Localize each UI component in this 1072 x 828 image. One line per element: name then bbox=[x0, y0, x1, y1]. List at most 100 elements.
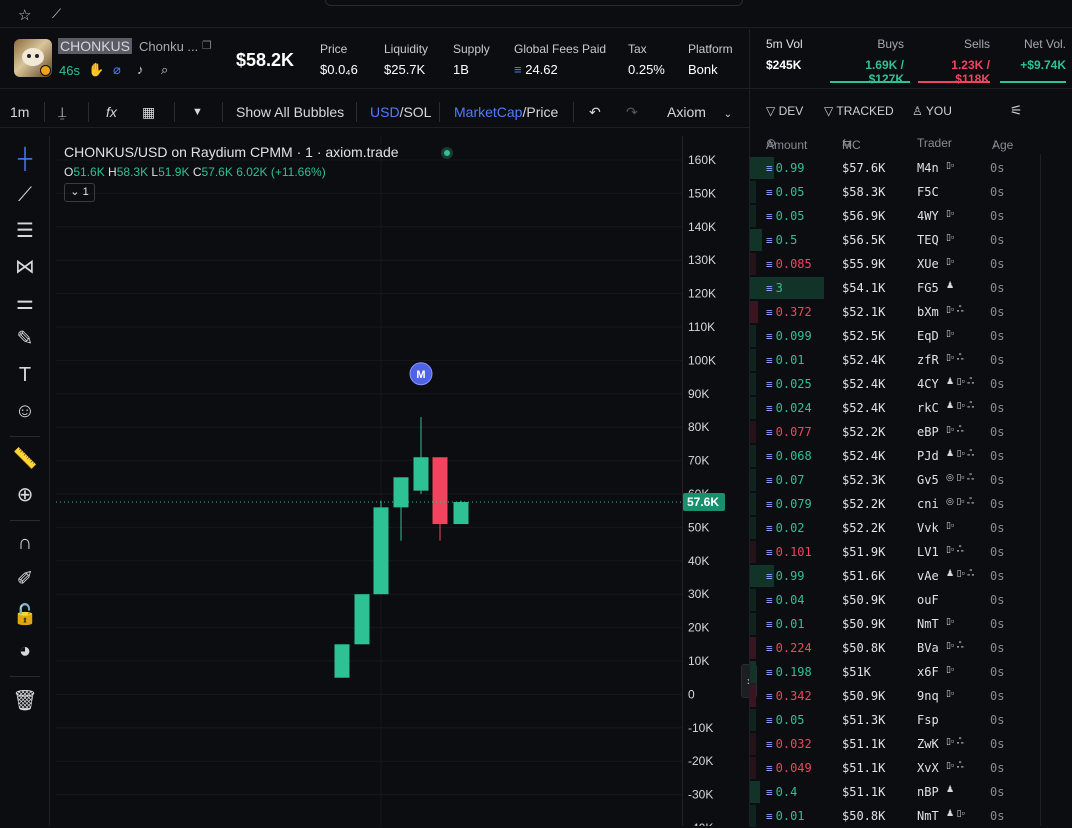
undo-icon[interactable]: ↶ bbox=[589, 104, 601, 121]
trade-row[interactable]: ≡ 0.05 $58.3K F5C 0s bbox=[750, 180, 1042, 204]
ruler-icon[interactable]: 📏 bbox=[12, 446, 38, 472]
crosshair-icon[interactable]: ┼ bbox=[12, 146, 38, 172]
trades-scrollbar[interactable] bbox=[1040, 154, 1041, 826]
trade-row[interactable]: ≡ 0.085 $55.9K XUe ▯▫ 0s bbox=[750, 252, 1042, 276]
trade-trader[interactable]: EqD bbox=[917, 329, 939, 343]
lock-drawing-icon[interactable]: ✐ bbox=[12, 566, 38, 592]
search-bar[interactable] bbox=[325, 0, 743, 6]
pattern-icon[interactable]: ⋈ bbox=[12, 254, 38, 280]
tiktok-icon[interactable]: ♪ bbox=[137, 62, 144, 77]
trade-trader[interactable]: Fsp bbox=[917, 713, 939, 727]
filter-dev[interactable]: ▽ DEV bbox=[766, 104, 803, 118]
trade-trader[interactable]: nBP bbox=[917, 785, 939, 799]
trade-row[interactable]: ≡ 0.024 $52.4K rkC ♟ ▯▫ ஃ 0s bbox=[750, 396, 1042, 420]
trade-row[interactable]: ≡ 0.05 $51.3K Fsp 0s bbox=[750, 708, 1042, 732]
trade-row[interactable]: ≡ 0.025 $52.4K 4CY ♟ ▯▫ ஃ 0s bbox=[750, 372, 1042, 396]
trade-row[interactable]: ≡ 0.99 $57.6K M4n ▯▫ 0s bbox=[750, 156, 1042, 180]
trade-trader[interactable]: NmT bbox=[917, 809, 939, 823]
trendline-icon[interactable]: ⟋ bbox=[12, 182, 38, 208]
trade-row[interactable]: ≡ 0.99 $51.6K vAe ♟ ▯▫ ஃ 0s bbox=[750, 564, 1042, 588]
trade-trader[interactable]: FG5 bbox=[917, 281, 939, 295]
trade-row[interactable]: ≡ 0.07 $52.3K Gv5 ◎ ▯▫ ஃ 0s bbox=[750, 468, 1042, 492]
trade-trader[interactable]: Gv5 bbox=[917, 473, 939, 487]
trade-trader[interactable]: PJd bbox=[917, 449, 939, 463]
trade-trader[interactable]: cni bbox=[917, 497, 939, 511]
trade-row[interactable]: ≡ 0.04 $50.9K ouF 0s bbox=[750, 588, 1042, 612]
trade-row[interactable]: ≡ 0.079 $52.2K cni ◎ ▯▫ ஃ 0s bbox=[750, 492, 1042, 516]
trade-row[interactable]: ≡ 0.05 $56.9K 4WY ▯▫ 0s bbox=[750, 204, 1042, 228]
trash-icon[interactable]: 🗑 bbox=[12, 688, 38, 714]
fib-icon[interactable]: ☰ bbox=[12, 218, 38, 244]
trade-trader[interactable]: zfR bbox=[917, 353, 939, 367]
currency-toggle[interactable]: USD/SOL bbox=[370, 104, 431, 120]
candle-type-icon[interactable]: ⍊ bbox=[58, 104, 66, 121]
trade-row[interactable]: ≡ 0.5 $56.5K TEQ ▯▫ 0s bbox=[750, 228, 1042, 252]
show-bubbles-button[interactable]: Show All Bubbles bbox=[236, 104, 344, 120]
trade-trader[interactable]: F5C bbox=[917, 185, 939, 199]
trade-row[interactable]: ≡ 0.198 $51K x6F ▯▫ 0s bbox=[750, 660, 1042, 684]
trade-trader[interactable]: 9nq bbox=[917, 689, 939, 703]
trade-row[interactable]: ≡ 0.01 $50.9K NmT ▯▫ 0s bbox=[750, 612, 1042, 636]
star-icon[interactable]: ☆ bbox=[18, 6, 31, 24]
chart-line-icon[interactable]: ⟋ bbox=[52, 6, 61, 22]
chart-canvas[interactable]: 160K150K140K130K120K110K100K90K80K70K60K… bbox=[56, 136, 746, 826]
settings-sliders-icon[interactable]: ⚟ bbox=[1010, 102, 1023, 119]
redo-icon[interactable]: ↷ bbox=[626, 104, 638, 121]
trade-row[interactable]: ≡ 0.01 $50.8K NmT ♟ ▯▫ 0s bbox=[750, 804, 1042, 828]
copy-icon[interactable]: ❐ bbox=[202, 39, 212, 52]
col-mc[interactable]: MC ⇆ bbox=[842, 136, 861, 152]
emoji-icon[interactable]: ☺ bbox=[12, 398, 38, 424]
search-icon[interactable]: ⌕ bbox=[161, 62, 168, 78]
legend-toggle[interactable]: ⌄ 1 bbox=[64, 183, 95, 202]
trade-trader[interactable]: 4WY bbox=[917, 209, 939, 223]
trade-row[interactable]: ≡ 0.099 $52.5K EqD ▯▫ 0s bbox=[750, 324, 1042, 348]
trade-trader[interactable]: ZwK bbox=[917, 737, 939, 751]
trade-row[interactable]: ≡ 0.049 $51.1K XvX ▯▫ ஃ 0s bbox=[750, 756, 1042, 780]
filter-tracked[interactable]: ▽ TRACKED bbox=[824, 104, 894, 118]
indicators-icon[interactable]: fx bbox=[106, 104, 117, 120]
trade-row[interactable]: ≡ 0.077 $52.2K eBP ▯▫ ஃ 0s bbox=[750, 420, 1042, 444]
trade-row[interactable]: ≡ 0.101 $51.9K LV1 ▯▫ ஃ 0s bbox=[750, 540, 1042, 564]
lock-icon[interactable]: 🔓 bbox=[12, 602, 38, 628]
prediction-icon[interactable]: ⚌ bbox=[12, 290, 38, 316]
brush-icon[interactable]: ✎ bbox=[12, 326, 38, 352]
trade-trader[interactable]: x6F bbox=[917, 665, 939, 679]
mc-price-toggle[interactable]: MarketCap/Price bbox=[454, 104, 558, 120]
trade-trader[interactable]: BVa bbox=[917, 641, 939, 655]
trade-row[interactable]: ≡ 0.02 $52.2K Vvk ▯▫ 0s bbox=[750, 516, 1042, 540]
trade-row[interactable]: ≡ 0.4 $51.1K nBP ♟ 0s bbox=[750, 780, 1042, 804]
col-amount[interactable]: Amount ⊜ bbox=[766, 136, 807, 152]
trade-trader[interactable]: XvX bbox=[917, 761, 939, 775]
trade-trader[interactable]: ouF bbox=[917, 593, 939, 607]
trade-row[interactable]: ≡ 3 $54.1K FG5 ♟ 0s bbox=[750, 276, 1042, 300]
trade-row[interactable]: ≡ 0.01 $52.4K zfR ▯▫ ஃ 0s bbox=[750, 348, 1042, 372]
layout-icon[interactable]: ▦ bbox=[142, 104, 155, 121]
source-selector[interactable]: Axiom ⌄ bbox=[667, 104, 732, 120]
price-chart[interactable]: 160K150K140K130K120K110K100K90K80K70K60K… bbox=[56, 136, 746, 826]
col-age[interactable]: Age ↓ bbox=[992, 136, 1013, 152]
trade-trader[interactable]: eBP bbox=[917, 425, 939, 439]
magnet-icon[interactable]: ∩ bbox=[12, 530, 38, 556]
trade-trader[interactable]: bXm bbox=[917, 305, 939, 319]
zoom-in-icon[interactable]: ⊕ bbox=[12, 482, 38, 508]
user-icon[interactable]: ✋ bbox=[88, 62, 104, 78]
trade-trader[interactable]: M4n bbox=[917, 161, 939, 175]
interval-selector[interactable]: 1m bbox=[10, 104, 29, 120]
trade-row[interactable]: ≡ 0.342 $50.9K 9nq ▯▫ 0s bbox=[750, 684, 1042, 708]
text-icon[interactable]: T bbox=[12, 362, 38, 388]
dropdown-icon[interactable]: ▼ bbox=[192, 106, 203, 118]
trade-trader[interactable]: XUe bbox=[917, 257, 939, 271]
trade-row[interactable]: ≡ 0.224 $50.8K BVa ▯▫ ஃ 0s bbox=[750, 636, 1042, 660]
pump-icon[interactable]: ⌀ bbox=[113, 62, 121, 78]
trade-row[interactable]: ≡ 0.068 $52.4K PJd ♟ ▯▫ ஃ 0s bbox=[750, 444, 1042, 468]
trade-row[interactable]: ≡ 0.372 $52.1K bXm ▯▫ ஃ 0s bbox=[750, 300, 1042, 324]
filter-you[interactable]: ♙ YOU bbox=[912, 104, 952, 118]
trade-trader[interactable]: vAe bbox=[917, 569, 939, 583]
trade-trader[interactable]: 4CY bbox=[917, 377, 939, 391]
token-ticker[interactable]: CHONKUS bbox=[58, 38, 133, 54]
trade-trader[interactable]: Vvk bbox=[917, 521, 939, 535]
hide-icon[interactable]: ◕ bbox=[12, 638, 38, 664]
trade-trader[interactable]: LV1 bbox=[917, 545, 939, 559]
trade-trader[interactable]: TEQ bbox=[917, 233, 939, 247]
trade-trader[interactable]: rkC bbox=[917, 401, 939, 415]
